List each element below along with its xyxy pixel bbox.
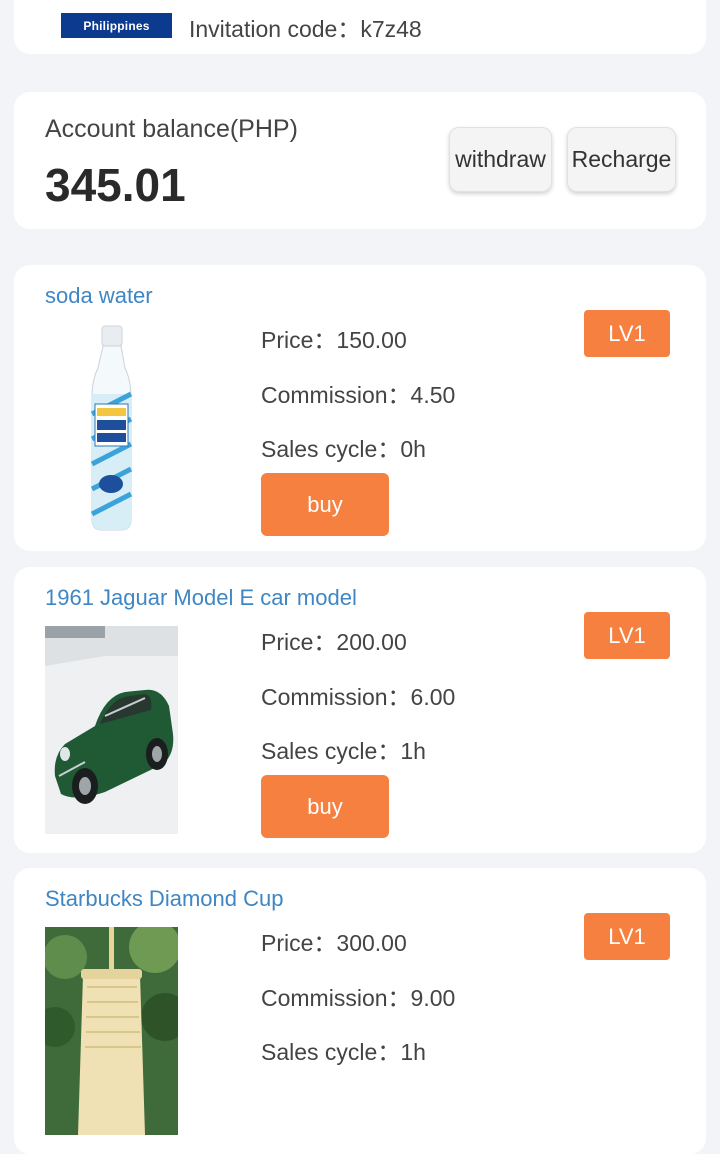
product-sales-cycle: Sales cycle：0h bbox=[261, 436, 426, 462]
recharge-button[interactable]: Recharge bbox=[567, 127, 676, 192]
balance-card: Account balance(PHP) 345.01 withdraw Rec… bbox=[14, 92, 706, 229]
level-badge: LV1 bbox=[584, 612, 670, 659]
product-price: Price：200.00 bbox=[261, 629, 407, 655]
withdraw-button[interactable]: withdraw bbox=[449, 127, 552, 192]
level-badge: LV1 bbox=[584, 913, 670, 960]
philippines-flag-icon: Philippines bbox=[61, 13, 172, 38]
buy-button[interactable]: buy bbox=[261, 775, 389, 838]
product-sales-cycle: Sales cycle：1h bbox=[261, 738, 426, 764]
product-price: Price：300.00 bbox=[261, 930, 407, 956]
product-sales-cycle: Sales cycle：1h bbox=[261, 1039, 426, 1065]
product-name: Starbucks Diamond Cup bbox=[45, 886, 284, 911]
product-commission: Commission：6.00 bbox=[261, 684, 456, 710]
product-commission: Commission：9.00 bbox=[261, 985, 456, 1011]
car-model-icon bbox=[45, 626, 178, 834]
flag-label: Philippines bbox=[83, 18, 150, 33]
product-card: soda water Price：150.00 Commission：4.50 … bbox=[14, 265, 706, 551]
invitation-code: Invitation code：k7z48 bbox=[189, 16, 422, 42]
level-badge: LV1 bbox=[584, 310, 670, 357]
soda-bottle-icon bbox=[45, 324, 178, 532]
invitation-card: Philippines Invitation code：k7z48 bbox=[14, 0, 706, 54]
product-commission: Commission：4.50 bbox=[261, 382, 456, 408]
tumbler-cup-icon bbox=[45, 927, 178, 1135]
product-card: Starbucks Diamond Cup Price：300.00 Commi… bbox=[14, 868, 706, 1154]
balance-value: 345.01 bbox=[45, 159, 186, 211]
product-name: soda water bbox=[45, 283, 153, 308]
buy-button[interactable]: buy bbox=[261, 473, 389, 536]
balance-label: Account balance(PHP) bbox=[45, 115, 298, 143]
product-name: 1961 Jaguar Model E car model bbox=[45, 585, 357, 610]
product-price: Price：150.00 bbox=[261, 327, 407, 353]
product-card: 1961 Jaguar Model E car model Price：200.… bbox=[14, 567, 706, 853]
